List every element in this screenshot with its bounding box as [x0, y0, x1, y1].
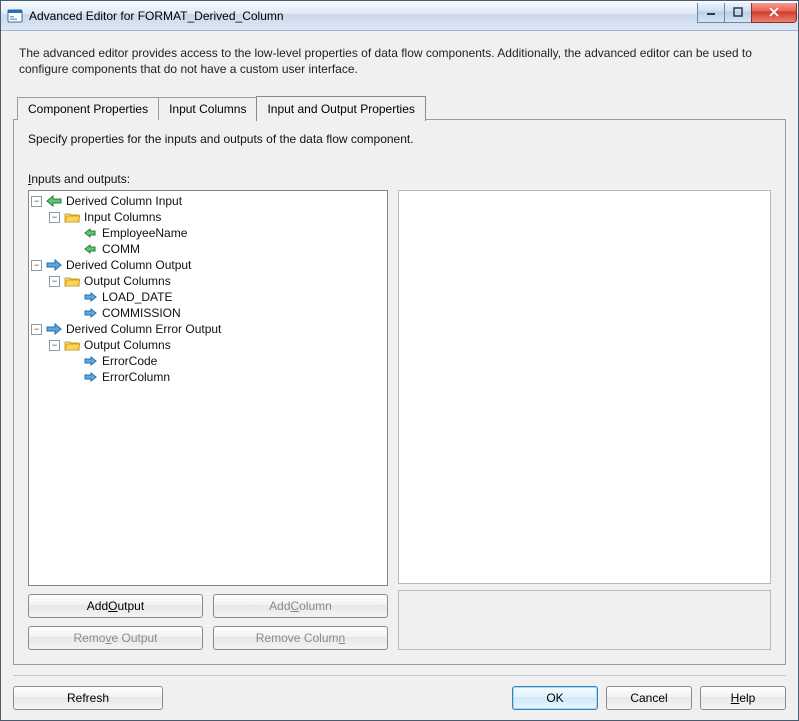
- tree-node-label: COMMISSION: [102, 306, 181, 320]
- tab-page: Specify properties for the inputs and ou…: [13, 119, 786, 665]
- expand-toggle-icon[interactable]: [31, 324, 42, 335]
- property-description-pane: [398, 590, 771, 650]
- tree-node-label: COMM: [102, 242, 140, 256]
- column-in-icon: [82, 225, 98, 241]
- tree-node-label: Output Columns: [84, 338, 171, 352]
- tab-component-properties[interactable]: Component Properties: [17, 97, 159, 120]
- tree-node-input-columns[interactable]: Input Columns: [49, 209, 385, 225]
- tab-input-output-properties[interactable]: Input and Output Properties: [256, 96, 425, 121]
- tree-view[interactable]: Derived Column Input: [28, 190, 388, 586]
- folder-open-icon: [64, 337, 80, 353]
- client-area: The advanced editor provides access to t…: [1, 31, 798, 720]
- properties-column: [398, 190, 771, 650]
- minimize-button[interactable]: [697, 3, 725, 23]
- inputs-outputs-label: Inputs and outputs:: [28, 172, 771, 186]
- properties-grid[interactable]: [398, 190, 771, 584]
- tree-node-label: Output Columns: [84, 274, 171, 288]
- window-title: Advanced Editor for FORMAT_Derived_Colum…: [29, 9, 698, 23]
- ok-button[interactable]: OK: [512, 686, 598, 710]
- close-icon: [768, 7, 780, 17]
- specify-text: Specify properties for the inputs and ou…: [28, 132, 771, 146]
- tree-leaf-employeename[interactable]: EmployeeName: [67, 225, 385, 241]
- add-output-button[interactable]: Add Output: [28, 594, 203, 618]
- tabstrip: Component Properties Input Columns Input…: [17, 95, 786, 120]
- help-button[interactable]: Help: [700, 686, 786, 710]
- column-in-icon: [82, 241, 98, 257]
- description-text: The advanced editor provides access to t…: [19, 45, 780, 77]
- app-icon: [7, 8, 23, 24]
- remove-output-button[interactable]: Remove Output: [28, 626, 203, 650]
- tree-node-output-columns-2[interactable]: Output Columns: [49, 337, 385, 353]
- remove-column-button[interactable]: Remove Column: [213, 626, 388, 650]
- tree-node-label: LOAD_DATE: [102, 290, 172, 304]
- folder-open-icon: [64, 209, 80, 225]
- column-out-icon: [82, 369, 98, 385]
- tree-leaf-load-date[interactable]: LOAD_DATE: [67, 289, 385, 305]
- tree-leaf-errorcode[interactable]: ErrorCode: [67, 353, 385, 369]
- maximize-button[interactable]: [724, 3, 752, 23]
- cancel-button[interactable]: Cancel: [606, 686, 692, 710]
- tree-pane: Derived Column Input: [28, 190, 388, 650]
- expand-toggle-icon[interactable]: [49, 276, 60, 287]
- tree-node-derived-column-input[interactable]: Derived Column Input: [31, 193, 385, 209]
- tree-node-label: Derived Column Input: [66, 194, 182, 208]
- tree-node-derived-column-error-output[interactable]: Derived Column Error Output: [31, 321, 385, 337]
- tree-node-label: ErrorCode: [102, 354, 157, 368]
- tree-node-label: EmployeeName: [102, 226, 187, 240]
- footer: Refresh OK Cancel Help: [13, 686, 786, 710]
- input-port-icon: [46, 193, 62, 209]
- add-column-button[interactable]: Add Column: [213, 594, 388, 618]
- expand-toggle-icon[interactable]: [31, 196, 42, 207]
- expand-toggle-icon[interactable]: [31, 260, 42, 271]
- tree-node-label: Derived Column Error Output: [66, 322, 221, 336]
- tree-leaf-errorcolumn[interactable]: ErrorColumn: [67, 369, 385, 385]
- expand-toggle-icon[interactable]: [49, 340, 60, 351]
- tab-input-columns[interactable]: Input Columns: [158, 97, 257, 120]
- minimize-icon: [706, 7, 716, 17]
- titlebar: Advanced Editor for FORMAT_Derived_Colum…: [1, 1, 798, 31]
- tree-node-output-columns-1[interactable]: Output Columns: [49, 273, 385, 289]
- window-controls: [698, 3, 797, 23]
- tree-buttons-row-2: Remove Output Remove Column: [28, 626, 388, 650]
- tree-node-derived-column-output[interactable]: Derived Column Output: [31, 257, 385, 273]
- tree-node-label: Input Columns: [84, 210, 161, 224]
- tree-leaf-commission[interactable]: COMMISSION: [67, 305, 385, 321]
- panes: Derived Column Input: [28, 190, 771, 650]
- tree-node-label: Derived Column Output: [66, 258, 191, 272]
- expand-toggle-icon[interactable]: [49, 212, 60, 223]
- column-out-icon: [82, 289, 98, 305]
- close-button[interactable]: [751, 3, 797, 23]
- tree-buttons-row-1: Add Output Add Column: [28, 594, 388, 618]
- footer-separator: [13, 675, 786, 676]
- folder-open-icon: [64, 273, 80, 289]
- column-out-icon: [82, 305, 98, 321]
- maximize-icon: [733, 7, 743, 17]
- dialog-window: Advanced Editor for FORMAT_Derived_Colum…: [0, 0, 799, 721]
- refresh-button[interactable]: Refresh: [13, 686, 163, 710]
- column-out-icon: [82, 353, 98, 369]
- output-port-icon: [46, 257, 62, 273]
- tree-leaf-comm[interactable]: COMM: [67, 241, 385, 257]
- tree-node-label: ErrorColumn: [102, 370, 170, 384]
- output-port-icon: [46, 321, 62, 337]
